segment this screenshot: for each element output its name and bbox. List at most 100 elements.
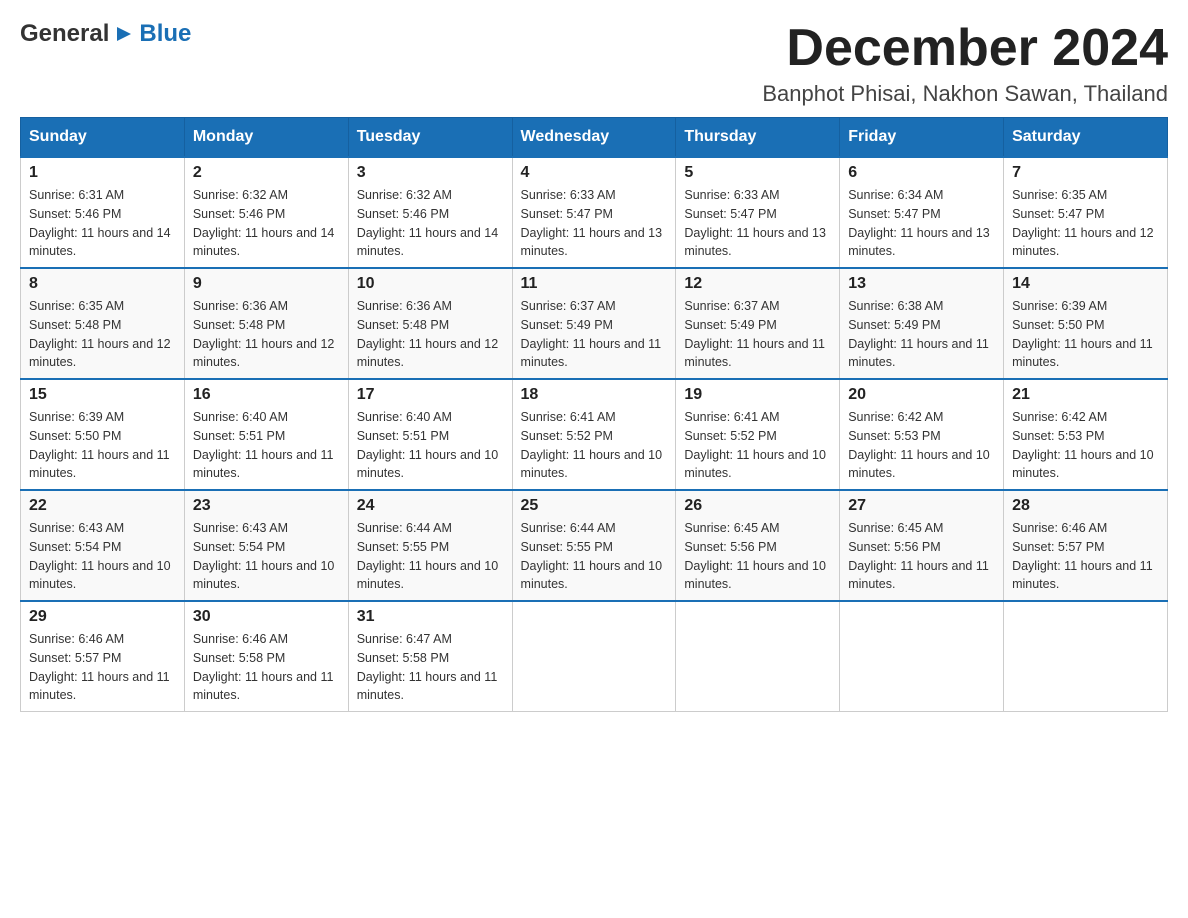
day-info: Sunrise: 6:37 AMSunset: 5:49 PMDaylight:… [521,297,668,372]
day-number: 17 [357,386,504,404]
day-number: 12 [684,275,831,293]
day-info: Sunrise: 6:36 AMSunset: 5:48 PMDaylight:… [357,297,504,372]
calendar-cell: 24 Sunrise: 6:44 AMSunset: 5:55 PMDaylig… [348,490,512,601]
day-info: Sunrise: 6:36 AMSunset: 5:48 PMDaylight:… [193,297,340,372]
day-number: 19 [684,386,831,404]
calendar-cell: 11 Sunrise: 6:37 AMSunset: 5:49 PMDaylig… [512,268,676,379]
location-title: Banphot Phisai, Nakhon Sawan, Thailand [762,81,1168,107]
day-info: Sunrise: 6:35 AMSunset: 5:47 PMDaylight:… [1012,186,1159,261]
day-number: 22 [29,497,176,515]
calendar-cell [1004,601,1168,712]
day-info: Sunrise: 6:41 AMSunset: 5:52 PMDaylight:… [684,408,831,483]
logo-triangle-icon [113,23,135,45]
day-number: 10 [357,275,504,293]
day-number: 5 [684,164,831,182]
day-info: Sunrise: 6:32 AMSunset: 5:46 PMDaylight:… [357,186,504,261]
calendar-cell [512,601,676,712]
calendar-cell: 8 Sunrise: 6:35 AMSunset: 5:48 PMDayligh… [21,268,185,379]
day-number: 20 [848,386,995,404]
calendar-cell: 10 Sunrise: 6:36 AMSunset: 5:48 PMDaylig… [348,268,512,379]
day-number: 2 [193,164,340,182]
day-info: Sunrise: 6:32 AMSunset: 5:46 PMDaylight:… [193,186,340,261]
day-number: 27 [848,497,995,515]
calendar-cell: 20 Sunrise: 6:42 AMSunset: 5:53 PMDaylig… [840,379,1004,490]
calendar-header-row: SundayMondayTuesdayWednesdayThursdayFrid… [21,118,1168,158]
day-info: Sunrise: 6:39 AMSunset: 5:50 PMDaylight:… [1012,297,1159,372]
day-info: Sunrise: 6:42 AMSunset: 5:53 PMDaylight:… [848,408,995,483]
day-number: 9 [193,275,340,293]
calendar-cell: 30 Sunrise: 6:46 AMSunset: 5:58 PMDaylig… [184,601,348,712]
calendar-week-row: 29 Sunrise: 6:46 AMSunset: 5:57 PMDaylig… [21,601,1168,712]
day-info: Sunrise: 6:38 AMSunset: 5:49 PMDaylight:… [848,297,995,372]
calendar-cell: 22 Sunrise: 6:43 AMSunset: 5:54 PMDaylig… [21,490,185,601]
calendar-week-row: 22 Sunrise: 6:43 AMSunset: 5:54 PMDaylig… [21,490,1168,601]
day-number: 25 [521,497,668,515]
column-header-wednesday: Wednesday [512,118,676,158]
calendar-cell: 26 Sunrise: 6:45 AMSunset: 5:56 PMDaylig… [676,490,840,601]
day-info: Sunrise: 6:40 AMSunset: 5:51 PMDaylight:… [193,408,340,483]
logo-blue-text: Blue [139,20,191,48]
day-number: 23 [193,497,340,515]
logo-general-text: General [20,20,109,48]
calendar-cell [676,601,840,712]
day-info: Sunrise: 6:46 AMSunset: 5:57 PMDaylight:… [29,630,176,705]
calendar-cell: 14 Sunrise: 6:39 AMSunset: 5:50 PMDaylig… [1004,268,1168,379]
logo: General Blue [20,20,191,48]
page-header: General Blue December 2024 Banphot Phisa… [20,20,1168,107]
day-info: Sunrise: 6:34 AMSunset: 5:47 PMDaylight:… [848,186,995,261]
calendar-cell: 9 Sunrise: 6:36 AMSunset: 5:48 PMDayligh… [184,268,348,379]
column-header-tuesday: Tuesday [348,118,512,158]
day-number: 16 [193,386,340,404]
day-number: 26 [684,497,831,515]
calendar-cell: 13 Sunrise: 6:38 AMSunset: 5:49 PMDaylig… [840,268,1004,379]
calendar-cell: 19 Sunrise: 6:41 AMSunset: 5:52 PMDaylig… [676,379,840,490]
day-number: 1 [29,164,176,182]
day-number: 18 [521,386,668,404]
calendar-cell: 29 Sunrise: 6:46 AMSunset: 5:57 PMDaylig… [21,601,185,712]
day-number: 24 [357,497,504,515]
day-info: Sunrise: 6:41 AMSunset: 5:52 PMDaylight:… [521,408,668,483]
calendar-cell: 28 Sunrise: 6:46 AMSunset: 5:57 PMDaylig… [1004,490,1168,601]
calendar-week-row: 15 Sunrise: 6:39 AMSunset: 5:50 PMDaylig… [21,379,1168,490]
calendar-cell: 3 Sunrise: 6:32 AMSunset: 5:46 PMDayligh… [348,157,512,268]
calendar-cell: 15 Sunrise: 6:39 AMSunset: 5:50 PMDaylig… [21,379,185,490]
column-header-monday: Monday [184,118,348,158]
calendar-cell: 16 Sunrise: 6:40 AMSunset: 5:51 PMDaylig… [184,379,348,490]
calendar-cell: 7 Sunrise: 6:35 AMSunset: 5:47 PMDayligh… [1004,157,1168,268]
day-number: 30 [193,608,340,626]
day-number: 21 [1012,386,1159,404]
day-number: 29 [29,608,176,626]
column-header-thursday: Thursday [676,118,840,158]
day-info: Sunrise: 6:33 AMSunset: 5:47 PMDaylight:… [684,186,831,261]
day-info: Sunrise: 6:42 AMSunset: 5:53 PMDaylight:… [1012,408,1159,483]
calendar-cell: 5 Sunrise: 6:33 AMSunset: 5:47 PMDayligh… [676,157,840,268]
day-info: Sunrise: 6:40 AMSunset: 5:51 PMDaylight:… [357,408,504,483]
day-info: Sunrise: 6:47 AMSunset: 5:58 PMDaylight:… [357,630,504,705]
calendar-cell: 31 Sunrise: 6:47 AMSunset: 5:58 PMDaylig… [348,601,512,712]
calendar-cell: 27 Sunrise: 6:45 AMSunset: 5:56 PMDaylig… [840,490,1004,601]
calendar-cell: 6 Sunrise: 6:34 AMSunset: 5:47 PMDayligh… [840,157,1004,268]
day-number: 31 [357,608,504,626]
day-info: Sunrise: 6:45 AMSunset: 5:56 PMDaylight:… [684,519,831,594]
day-info: Sunrise: 6:43 AMSunset: 5:54 PMDaylight:… [193,519,340,594]
calendar-cell: 17 Sunrise: 6:40 AMSunset: 5:51 PMDaylig… [348,379,512,490]
column-header-friday: Friday [840,118,1004,158]
day-info: Sunrise: 6:46 AMSunset: 5:58 PMDaylight:… [193,630,340,705]
calendar-week-row: 8 Sunrise: 6:35 AMSunset: 5:48 PMDayligh… [21,268,1168,379]
day-number: 4 [521,164,668,182]
day-info: Sunrise: 6:46 AMSunset: 5:57 PMDaylight:… [1012,519,1159,594]
calendar-cell: 23 Sunrise: 6:43 AMSunset: 5:54 PMDaylig… [184,490,348,601]
calendar-cell: 1 Sunrise: 6:31 AMSunset: 5:46 PMDayligh… [21,157,185,268]
day-info: Sunrise: 6:37 AMSunset: 5:49 PMDaylight:… [684,297,831,372]
day-info: Sunrise: 6:33 AMSunset: 5:47 PMDaylight:… [521,186,668,261]
day-number: 28 [1012,497,1159,515]
calendar-cell [840,601,1004,712]
title-block: December 2024 Banphot Phisai, Nakhon Saw… [762,20,1168,107]
day-number: 3 [357,164,504,182]
day-info: Sunrise: 6:45 AMSunset: 5:56 PMDaylight:… [848,519,995,594]
column-header-sunday: Sunday [21,118,185,158]
column-header-saturday: Saturday [1004,118,1168,158]
day-number: 6 [848,164,995,182]
calendar-cell: 25 Sunrise: 6:44 AMSunset: 5:55 PMDaylig… [512,490,676,601]
day-number: 11 [521,275,668,293]
